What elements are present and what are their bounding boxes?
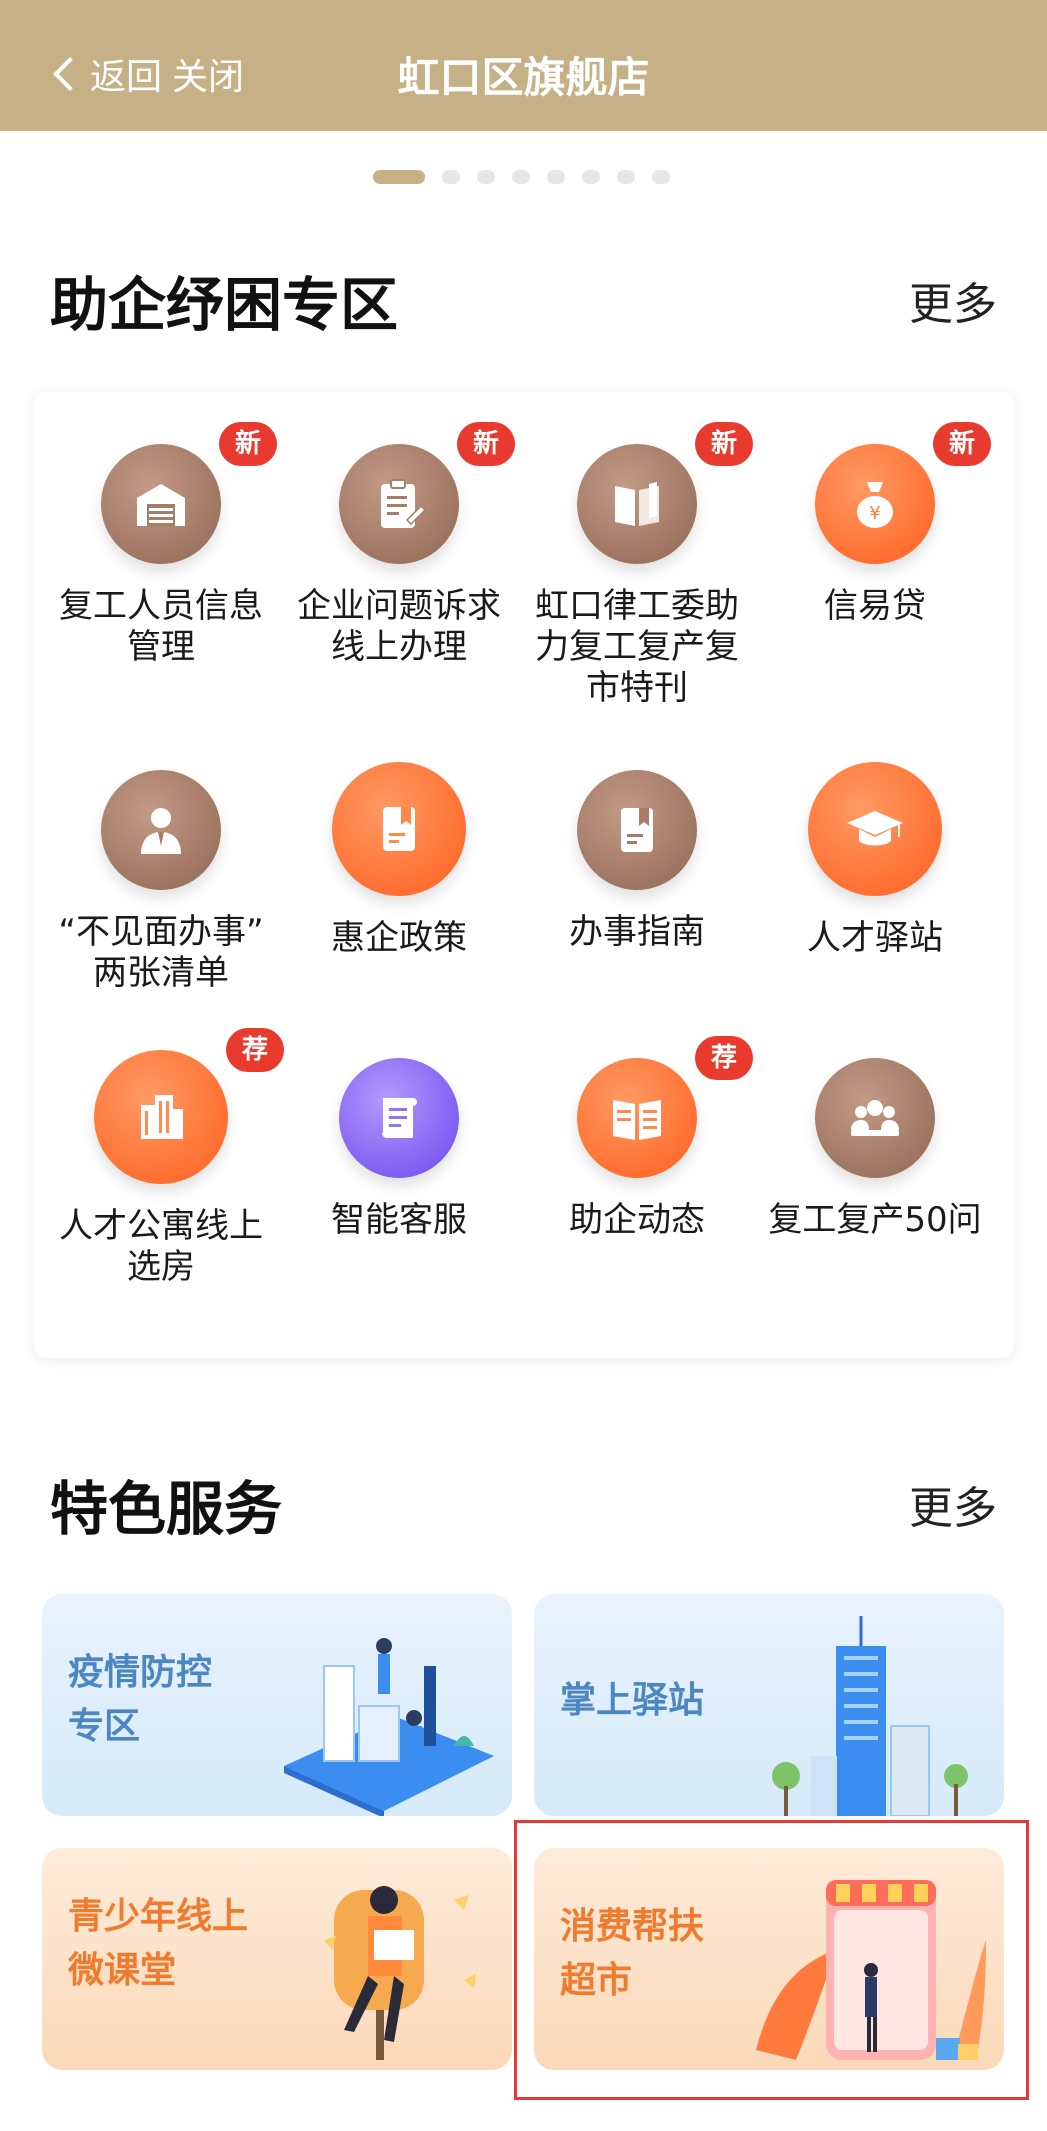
carousel-dot[interactable] bbox=[547, 170, 565, 184]
grid-item-news[interactable]: 荐 助企动态 bbox=[522, 1036, 753, 1241]
meeting-icon bbox=[815, 1058, 935, 1178]
svg-text:¥: ¥ bbox=[869, 503, 880, 524]
carousel-dot[interactable] bbox=[512, 170, 530, 184]
section-title-featured: 特色服务 bbox=[50, 1475, 283, 1543]
grid-item-label: 人才公寓线上 选房 bbox=[59, 1206, 263, 1287]
office-people-illustration bbox=[284, 1638, 494, 1816]
more-link-relief[interactable]: 更多 bbox=[909, 268, 997, 332]
grid-item-guide[interactable]: 办事指南 bbox=[522, 770, 752, 953]
new-badge: 新 bbox=[933, 422, 991, 466]
grid-item-label: 助企动态 bbox=[569, 1200, 705, 1240]
grid-item-label: “不见面办事” 两张清单 bbox=[58, 912, 264, 993]
tower-illustration bbox=[772, 1616, 968, 1816]
carousel-dot[interactable] bbox=[617, 170, 635, 184]
grid-item-label: 复工复产50问 bbox=[768, 1200, 982, 1240]
scroll-icon bbox=[339, 1058, 459, 1178]
grid-item-credit-loan[interactable]: ¥ 新 信易贷 bbox=[760, 422, 991, 627]
newspaper-icon: 荐 bbox=[577, 1036, 753, 1178]
carousel-dot[interactable] bbox=[442, 170, 460, 184]
book-icon: 新 bbox=[577, 422, 753, 564]
grid-item-label: 惠企政策 bbox=[331, 918, 467, 958]
more-link-featured[interactable]: 更多 bbox=[909, 1472, 997, 1536]
carousel-dot[interactable] bbox=[373, 170, 425, 184]
selection-highlight bbox=[514, 1820, 1029, 2100]
grid-item-label: 智能客服 bbox=[331, 1200, 467, 1240]
new-badge: 新 bbox=[219, 422, 277, 466]
grid-item-label: 企业问题诉求 线上办理 bbox=[297, 586, 501, 667]
carousel-indicator bbox=[373, 170, 687, 184]
recommend-badge: 荐 bbox=[226, 1028, 284, 1072]
grid-item-label: 虹口律工委助 力复工复产复 市特刊 bbox=[535, 586, 739, 708]
new-badge: 新 bbox=[695, 422, 753, 466]
grid-item-talent-apartment[interactable]: 荐 人才公寓线上 选房 bbox=[46, 1028, 284, 1288]
apartment-icon: 荐 bbox=[94, 1028, 284, 1184]
grid-item-label: 复工人员信息 管理 bbox=[59, 586, 263, 667]
grid-item-worker-info[interactable]: 新 复工人员信息 管理 bbox=[46, 422, 277, 668]
grid-item-label: 信易贷 bbox=[824, 586, 926, 626]
carousel-dot[interactable] bbox=[652, 170, 670, 184]
grid-item-no-meeting[interactable]: “不见面办事” 两张清单 bbox=[46, 770, 276, 994]
clipboard-icon: 新 bbox=[339, 422, 515, 564]
grid-item-label: 人才驿站 bbox=[807, 918, 943, 958]
tile-epidemic-control[interactable]: 疫情防控 专区 bbox=[42, 1594, 512, 1816]
grid-item-smart-service[interactable]: 智能客服 bbox=[284, 1058, 514, 1241]
relief-services-card: 新 复工人员信息 管理 新 企业问题诉求 线上办理 新 虹口律工委助 力复工复产复 市特… bbox=[34, 392, 1014, 1358]
money-bag-icon: ¥ 新 bbox=[815, 422, 991, 564]
tile-label: 掌上驿站 bbox=[560, 1680, 705, 1721]
carousel-dot[interactable] bbox=[477, 170, 495, 184]
page-title: 虹口区旗舰店 bbox=[397, 53, 650, 102]
guide-icon bbox=[577, 770, 697, 890]
reading-person-illustration bbox=[324, 1886, 476, 2060]
grid-item-lawyer-special[interactable]: 新 虹口律工委助 力复工复产复 市特刊 bbox=[522, 422, 753, 709]
graduation-cap-icon bbox=[808, 762, 942, 896]
grid-item-faq-50[interactable]: 复工复产50问 bbox=[760, 1058, 990, 1241]
businessman-icon bbox=[101, 770, 221, 890]
new-badge: 新 bbox=[457, 422, 515, 466]
grid-item-talent-station[interactable]: 人才驿站 bbox=[760, 762, 990, 959]
top-bar: 返回 关闭 虹口区旗舰店 bbox=[0, 0, 1047, 131]
tile-youth-online-class[interactable]: 青少年线上 微课堂 bbox=[42, 1848, 512, 2070]
tile-pocket-station[interactable]: 掌上驿站 bbox=[534, 1594, 1004, 1816]
grid-item-policy[interactable]: 惠企政策 bbox=[284, 762, 514, 959]
policy-doc-icon bbox=[332, 762, 466, 896]
recommend-badge: 荐 bbox=[695, 1036, 753, 1080]
tile-label: 青少年线上 微课堂 bbox=[68, 1896, 249, 1991]
tile-label: 疫情防控 专区 bbox=[68, 1652, 213, 1747]
section-title-relief: 助企纾困专区 bbox=[50, 271, 399, 339]
warehouse-icon: 新 bbox=[101, 422, 277, 564]
carousel-dot[interactable] bbox=[582, 170, 600, 184]
grid-item-label: 办事指南 bbox=[569, 912, 705, 952]
grid-item-enterprise-appeal[interactable]: 新 企业问题诉求 线上办理 bbox=[284, 422, 515, 668]
